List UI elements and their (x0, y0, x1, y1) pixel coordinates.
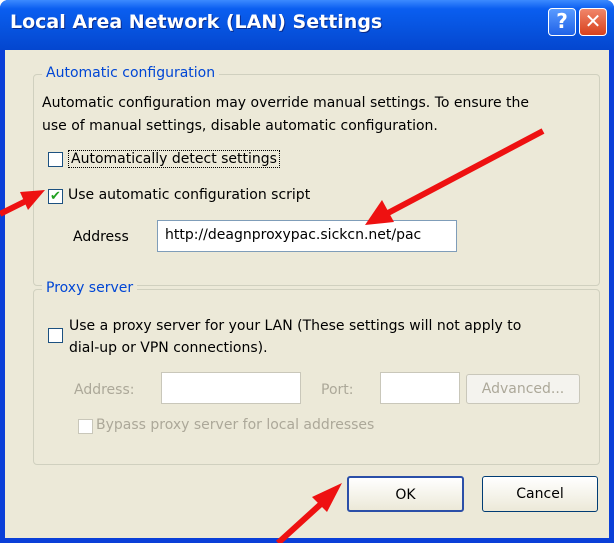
arrow-to-address (365, 128, 545, 225)
arrow-to-ok-button (275, 483, 342, 543)
arrow-to-checkbox (0, 190, 45, 217)
annotation-arrows (0, 128, 545, 543)
